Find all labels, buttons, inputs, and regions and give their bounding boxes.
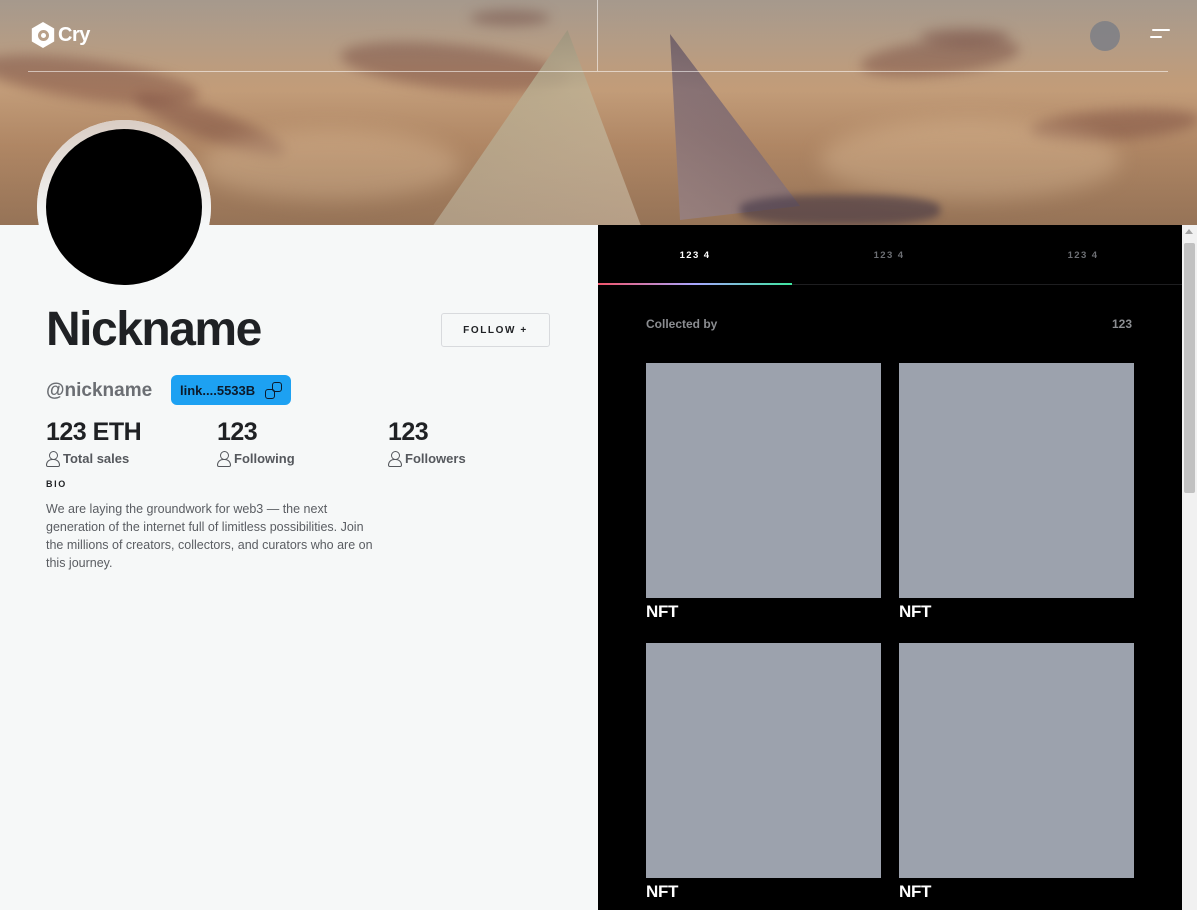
nft-thumbnail xyxy=(899,363,1134,598)
profile-avatar xyxy=(46,129,202,285)
collected-count: 123 xyxy=(1112,317,1133,331)
page-scrollbar[interactable] xyxy=(1182,225,1197,910)
stat-followers[interactable]: 123 Followers xyxy=(388,418,466,467)
profile-handle: @nickname xyxy=(46,380,153,401)
person-icon xyxy=(388,451,402,467)
nft-title: NFT xyxy=(899,882,932,901)
tab-2[interactable]: 123 4 xyxy=(792,225,986,285)
scrollbar-thumb[interactable] xyxy=(1184,243,1195,493)
profile-nickname: Nickname xyxy=(46,303,262,356)
collection-panel: 123 4 123 4 123 4 Collected by 123 NFT N… xyxy=(598,225,1182,910)
nft-card[interactable]: NFT xyxy=(646,363,881,622)
wallet-address: link....5533B xyxy=(180,382,256,398)
nft-title: NFT xyxy=(899,602,932,621)
brand-name: Cry xyxy=(58,23,90,46)
stat-label: Total sales xyxy=(63,451,130,466)
person-icon xyxy=(46,451,60,467)
active-tab-indicator xyxy=(598,283,792,285)
stat-label: Followers xyxy=(405,451,466,466)
brand-logo[interactable]: Cry xyxy=(30,22,90,48)
nft-card[interactable]: NFT xyxy=(899,363,1134,622)
collection-tabs: 123 4 123 4 123 4 xyxy=(598,225,1182,285)
wallet-address-copy-button[interactable]: link....5533B xyxy=(171,375,291,405)
bio-text: We are laying the groundwork for web3 — … xyxy=(46,502,373,570)
hamburger-menu-icon[interactable] xyxy=(1150,29,1170,43)
tab-3[interactable]: 123 4 xyxy=(986,225,1180,285)
user-avatar-icon[interactable] xyxy=(1090,21,1120,51)
follow-button[interactable]: FOLLOW + xyxy=(441,313,550,347)
stat-following[interactable]: 123 Following xyxy=(217,418,295,467)
nft-card[interactable]: NFT xyxy=(646,643,881,902)
stat-value: 123 ETH xyxy=(46,418,142,446)
nft-thumbnail xyxy=(646,363,881,598)
nft-thumbnail xyxy=(899,643,1134,878)
header-divider-vertical xyxy=(597,0,598,71)
bio-heading: BIO xyxy=(46,479,67,489)
nft-thumbnail xyxy=(646,643,881,878)
logo-icon xyxy=(31,22,55,48)
stat-value: 123 xyxy=(388,418,429,446)
tab-1[interactable]: 123 4 xyxy=(598,225,792,285)
header-divider-horizontal xyxy=(28,71,1168,72)
stat-label: Following xyxy=(234,451,295,466)
nft-title: NFT xyxy=(646,882,679,901)
nft-title: NFT xyxy=(646,602,679,621)
nft-card[interactable]: NFT xyxy=(899,643,1134,902)
profile-avatar-frame xyxy=(37,120,211,294)
person-icon xyxy=(217,451,231,467)
stat-value: 123 xyxy=(217,418,258,446)
stat-total-sales: 123 ETH Total sales xyxy=(46,418,142,467)
collected-by-label: Collected by xyxy=(646,317,718,331)
copy-icon xyxy=(265,381,282,399)
scroll-up-arrow-icon[interactable] xyxy=(1185,229,1193,234)
